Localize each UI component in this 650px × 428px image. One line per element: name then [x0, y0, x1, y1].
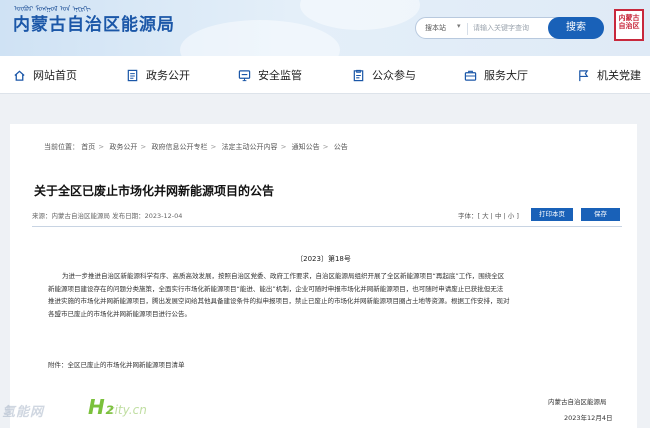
attachment-link[interactable]: 附件：全区已废止的市场化并网新能源项目清单: [48, 359, 185, 369]
breadcrumb: 当前位置： 首页 > 政务公开 > 政府信息公开专栏 > 法定主动公开内容 > 通知公告…: [44, 143, 348, 151]
document-number: 〔2023〕第18号: [296, 255, 351, 263]
watermark-text: 氢能网: [2, 405, 45, 420]
body-line: 为进一步推进自治区新能源科学有序、高质高效发展，按照自治区党委、政府工作要求，自…: [62, 272, 505, 280]
font-size-medium[interactable]: 中: [495, 212, 502, 220]
signing-organization: 内蒙古自治区能源局: [548, 398, 607, 406]
article-title: 关于全区已废止市场化并网新能源项目的公告: [34, 184, 275, 198]
nav-label: 安全监管: [258, 69, 302, 82]
emblem-seal: 内蒙古 自治区: [614, 9, 644, 41]
article-meta: 来源：内蒙古自治区能源局 发布日期：2023-12-04: [32, 212, 183, 220]
nav-item-public-participation[interactable]: 公众参与: [352, 56, 416, 94]
nav-item-safety-supervision[interactable]: 安全监管: [238, 56, 302, 94]
nav-item-government-affairs[interactable]: 政务公开: [126, 56, 190, 94]
nav-item-party-building[interactable]: 机关党建: [577, 56, 641, 94]
font-size-small[interactable]: 小: [508, 212, 515, 220]
nav-item-home[interactable]: 网站首页: [13, 56, 77, 94]
breadcrumb-prefix: 当前位置：: [44, 143, 79, 151]
document-icon: [127, 69, 138, 81]
breadcrumb-item[interactable]: 通知公告: [292, 143, 320, 151]
watermark-url: city.cn: [108, 403, 147, 417]
briefcase-icon: [464, 70, 477, 81]
nav-label: 机关党建: [597, 69, 641, 82]
article-body: 为进一步推进自治区新能源科学有序、高质高效发展，按照自治区党委、政府工作要求，自…: [48, 270, 620, 320]
article-panel: 当前位置： 首页 > 政务公开 > 政府信息公开专栏 > 法定主动公开内容 > 通知公告…: [10, 124, 637, 428]
font-size-label: 字体：: [458, 212, 478, 220]
watermark: 氢能网 H₂ city.cn: [0, 392, 200, 426]
search-divider: [467, 23, 468, 35]
breadcrumb-item-home[interactable]: 首页: [81, 143, 95, 151]
header-cloud-decoration: [180, 20, 340, 56]
body-line: 各盟市已废止的市场化并网新能源项目进行公告。: [48, 309, 191, 318]
site-title[interactable]: 内蒙古自治区能源局: [13, 10, 175, 35]
breadcrumb-item-current[interactable]: 公告: [334, 143, 348, 151]
breadcrumb-item[interactable]: 法定主动公开内容: [222, 143, 278, 151]
save-button[interactable]: 保存: [581, 208, 620, 221]
body-line: 新能源项目建设存在的问题分类施策，全面实行市场化新能源项目“能进、能出”机制，企…: [48, 284, 504, 293]
site-header: ᠥᠪᠥᠷ ᠮᠣᠩᠭᠣᠯ ᠤᠨ ᠡᠨᠧᠷᠭᠢ 内蒙古自治区能源局 搜本站 ▾ 搜索…: [0, 0, 650, 56]
nav-label: 网站首页: [33, 69, 77, 82]
title-divider: [32, 226, 622, 227]
signing-date: 2023年12月4日: [564, 414, 613, 422]
nav-label: 服务大厅: [484, 69, 528, 82]
main-nav: 网站首页 政务公开 安全监管 公众参与 服务大厅 机关党建: [0, 56, 650, 94]
search-scope-select[interactable]: 搜本站: [425, 23, 446, 33]
home-icon: [14, 69, 25, 81]
search-button[interactable]: 搜索: [548, 17, 604, 39]
header-cloud-decoration: [300, 0, 420, 30]
search-input[interactable]: [473, 21, 545, 35]
font-size-large[interactable]: 大: [482, 212, 489, 220]
monitor-icon: [238, 69, 251, 81]
font-size-controls: 字体：[ 大 | 中 | 小 ]: [458, 212, 519, 220]
chevron-down-icon[interactable]: ▾: [457, 22, 461, 30]
clipboard-icon: [353, 69, 364, 81]
nav-item-service-hall[interactable]: 服务大厅: [464, 56, 528, 94]
print-button[interactable]: 打印本页: [531, 208, 573, 221]
flag-icon: [579, 69, 589, 81]
breadcrumb-item[interactable]: 政务公开: [109, 143, 137, 151]
nav-label: 政务公开: [146, 69, 190, 82]
nav-label: 公众参与: [372, 69, 416, 82]
body-line: 推进实施的市场化并网新能源项目，腾出发展空间给其他具备建设条件的拟申报项目，禁止…: [48, 297, 510, 305]
breadcrumb-item[interactable]: 政府信息公开专栏: [151, 143, 207, 151]
